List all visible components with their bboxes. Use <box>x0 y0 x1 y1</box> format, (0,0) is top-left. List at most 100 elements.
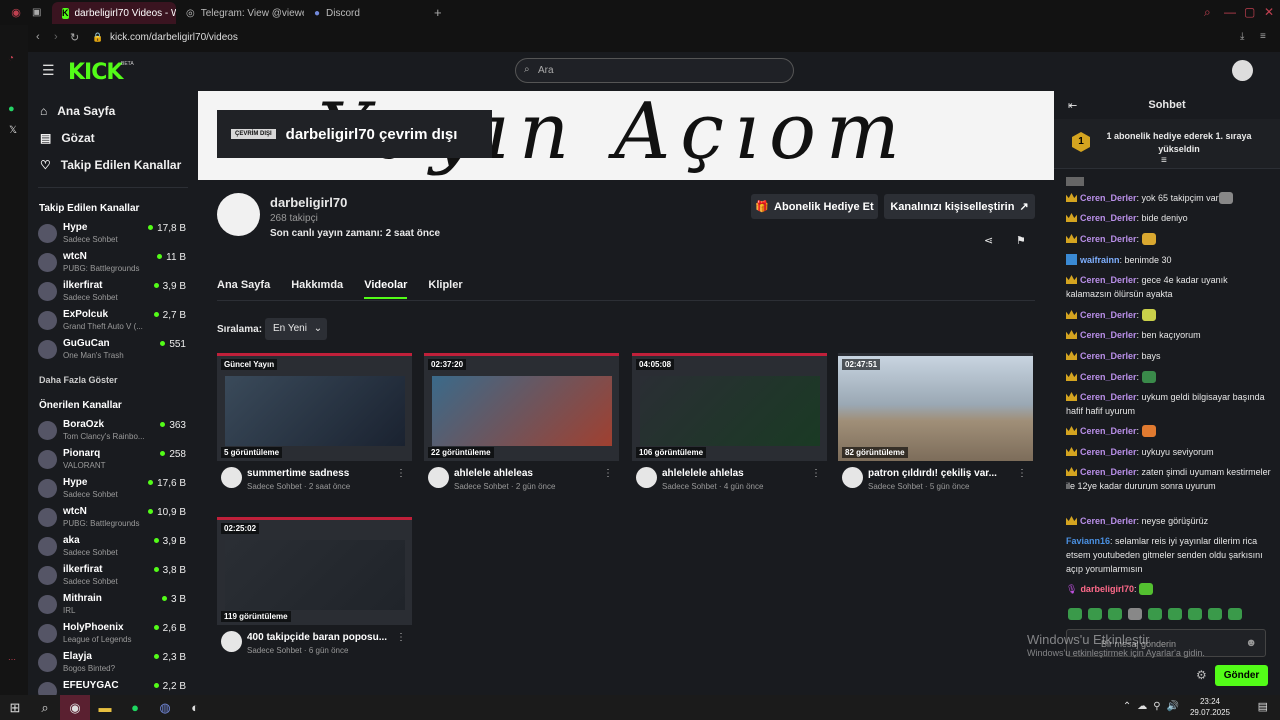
video-channel-avatar[interactable] <box>636 467 657 488</box>
tray-icons[interactable]: ⌃☁⚲🔊 <box>1123 701 1185 712</box>
send-button[interactable]: Gönder <box>1215 665 1268 686</box>
video-thumbnail[interactable]: 02:25:02 119 görüntüleme <box>217 517 412 625</box>
video-channel-avatar[interactable] <box>221 631 242 652</box>
chat-username[interactable]: Ceren_Derler <box>1080 234 1137 244</box>
search-icon[interactable]: ⌕ <box>30 695 60 720</box>
tab-about[interactable]: Hakkımda <box>291 279 343 299</box>
chat-username[interactable]: darbeligirl70 <box>1080 584 1134 594</box>
video-card[interactable]: 02:47:51 82 görüntüleme patron çıldırdı!… <box>838 353 1033 503</box>
sidebar-item-home[interactable]: ⌂ Ana Sayfa <box>40 104 115 118</box>
minimize-button[interactable]: — <box>1224 5 1236 19</box>
video-title[interactable]: ahlelele ahleleas <box>454 468 604 479</box>
tab-home[interactable]: Ana Sayfa <box>217 279 270 299</box>
obs-icon[interactable]: ◐ <box>180 695 210 720</box>
video-card[interactable]: Güncel Yayın 5 görüntüleme summertime sa… <box>217 353 412 503</box>
more-options-icon[interactable]: ⋮ <box>1017 468 1027 479</box>
chat-username[interactable]: Ceren_Derler <box>1080 275 1137 285</box>
followed-channel[interactable]: ilkerfirat Sadece Sohbet 3,9 B <box>38 279 188 307</box>
more-options-icon[interactable]: ⋮ <box>811 468 821 479</box>
recommended-channel[interactable]: wtcN PUBG: Battlegrounds 10,9 B <box>38 505 188 533</box>
show-more-link[interactable]: Daha Fazla Göster <box>39 375 118 385</box>
file-explorer-icon[interactable]: ▬ <box>90 695 120 720</box>
emote[interactable] <box>1168 608 1182 620</box>
followed-channel[interactable]: Hype Sadece Sohbet 17,8 B <box>38 221 188 249</box>
spotify-icon[interactable]: ● <box>120 695 150 720</box>
windows-start-icon[interactable]: ⊞ <box>0 695 30 720</box>
recommended-channel[interactable]: EFEUYGAC 2,2 B <box>38 679 188 695</box>
recommended-channel[interactable]: HolyPhoenix League of Legends 2,6 B <box>38 621 188 649</box>
recommended-channel[interactable]: Pionarq VALORANT 258 <box>38 447 188 475</box>
emote[interactable] <box>1128 608 1142 620</box>
new-tab-button[interactable]: + <box>434 5 442 20</box>
sidebar-item-browse[interactable]: ▤ Gözat <box>40 131 95 145</box>
chat-username[interactable]: Ceren_Derler <box>1080 372 1137 382</box>
back-icon[interactable]: ‹ <box>36 31 40 43</box>
emote[interactable] <box>1068 608 1082 620</box>
reload-icon[interactable]: ↻ <box>70 31 79 44</box>
recommended-channel[interactable]: Elayja Bogos Binted? 2,3 B <box>38 650 188 678</box>
emote[interactable] <box>1208 608 1222 620</box>
recommended-channel[interactable]: aka Sadece Sohbet 3,9 B <box>38 534 188 562</box>
video-channel-avatar[interactable] <box>428 467 449 488</box>
video-thumbnail[interactable]: Güncel Yayın 5 görüntüleme <box>217 353 412 461</box>
video-channel-avatar[interactable] <box>221 467 242 488</box>
followed-channel[interactable]: GuGuCan One Man's Trash 551 <box>38 337 188 365</box>
discord-icon[interactable]: ◍ <box>150 695 180 720</box>
clock[interactable]: 23:24 29.07.2025 <box>1190 696 1230 718</box>
share-icon[interactable]: ⋖ <box>984 234 993 247</box>
chat-username[interactable]: Ceren_Derler <box>1080 426 1137 436</box>
emote[interactable] <box>1088 608 1102 620</box>
gift-subscription-button[interactable]: 🎁 Abonelik Hediye Et <box>751 194 878 219</box>
messenger-icon[interactable]: ◔ <box>8 53 14 64</box>
browser-menu-icon[interactable]: ◉ <box>0 6 32 19</box>
followed-channel[interactable]: ExPolcuk Grand Theft Auto V (... 2,7 B <box>38 308 188 336</box>
whatsapp-icon[interactable]: ● <box>8 103 15 115</box>
emote[interactable] <box>1188 608 1202 620</box>
user-avatar[interactable] <box>1232 60 1253 81</box>
tab-videos[interactable]: Videolar <box>364 279 408 299</box>
chat-username[interactable]: Ceren_Derler <box>1080 467 1137 477</box>
tab-overview-icon[interactable]: ▣ <box>32 7 52 18</box>
recommended-channel[interactable]: Hype Sadece Sohbet 17,6 B <box>38 476 188 504</box>
close-button[interactable]: ✕ <box>1264 5 1274 19</box>
notification-icon[interactable]: ▤ <box>1258 700 1268 713</box>
hamburger-menu-icon[interactable]: ☰ <box>42 62 55 79</box>
forward-icon[interactable]: › <box>54 31 58 43</box>
video-card[interactable]: 02:25:02 119 görüntüleme 400 takipçide b… <box>217 517 412 667</box>
browser-settings-icon[interactable]: ≡ <box>1260 31 1266 42</box>
video-title[interactable]: summertime sadness <box>247 468 397 479</box>
emote[interactable] <box>1148 608 1162 620</box>
sidebar-item-following[interactable]: ♡ Takip Edilen Kanallar <box>40 158 181 172</box>
search-input[interactable]: ⌕ Ara <box>515 58 794 83</box>
followed-channel[interactable]: wtcN PUBG: Battlegrounds 11 B <box>38 250 188 278</box>
more-options-icon[interactable]: ⋮ <box>396 468 406 479</box>
recommended-channel[interactable]: BoraOzk Tom Clancy's Rainbo... 363 <box>38 418 188 446</box>
download-icon[interactable]: ⤓ <box>1240 31 1244 42</box>
settings-gear-icon[interactable]: ⚙ <box>1196 668 1207 682</box>
video-thumbnail[interactable]: 02:47:51 82 görüntüleme <box>838 353 1033 461</box>
customize-channel-button[interactable]: Kanalınızı kişiselleştirin ↗ <box>884 194 1035 219</box>
browser-tab-discord[interactable]: ● Discord <box>304 2 432 24</box>
emote[interactable] <box>1228 608 1242 620</box>
chat-username[interactable]: Ceren_Derler <box>1080 330 1137 340</box>
x-icon[interactable]: 𝕏 <box>9 125 17 136</box>
more-options-icon[interactable]: ⋮ <box>603 468 613 479</box>
chat-username[interactable]: Faviann16 <box>1066 536 1110 546</box>
sort-dropdown[interactable]: En Yeni ⌄ <box>265 318 327 340</box>
opera-gx-icon[interactable]: ◉ <box>60 695 90 720</box>
browser-tab-telegram[interactable]: ◎ Telegram: View @viewer <box>176 2 304 24</box>
video-thumbnail[interactable]: 04:05:08 106 görüntüleme <box>632 353 827 461</box>
chat-username[interactable]: Ceren_Derler <box>1080 392 1137 402</box>
expand-icon[interactable]: ≡ <box>1161 155 1167 166</box>
browser-tab-kick[interactable]: K darbeligirl70 Videos - Wat <box>52 2 176 24</box>
video-channel-avatar[interactable] <box>842 467 863 488</box>
report-icon[interactable]: ⚑ <box>1016 234 1026 247</box>
channel-avatar[interactable] <box>217 193 260 236</box>
tab-clips[interactable]: Klipler <box>428 279 462 299</box>
search-icon[interactable]: ⌕ <box>1204 5 1211 20</box>
chat-username[interactable]: Ceren_Derler <box>1080 516 1137 526</box>
more-icon[interactable]: ⋯ <box>8 655 16 664</box>
address-bar[interactable]: kick.com/darbeligirl70/videos <box>110 32 238 43</box>
recommended-channel[interactable]: Mithrain IRL 3 B <box>38 592 188 620</box>
video-title[interactable]: 400 takipçide baran poposu... <box>247 632 397 643</box>
